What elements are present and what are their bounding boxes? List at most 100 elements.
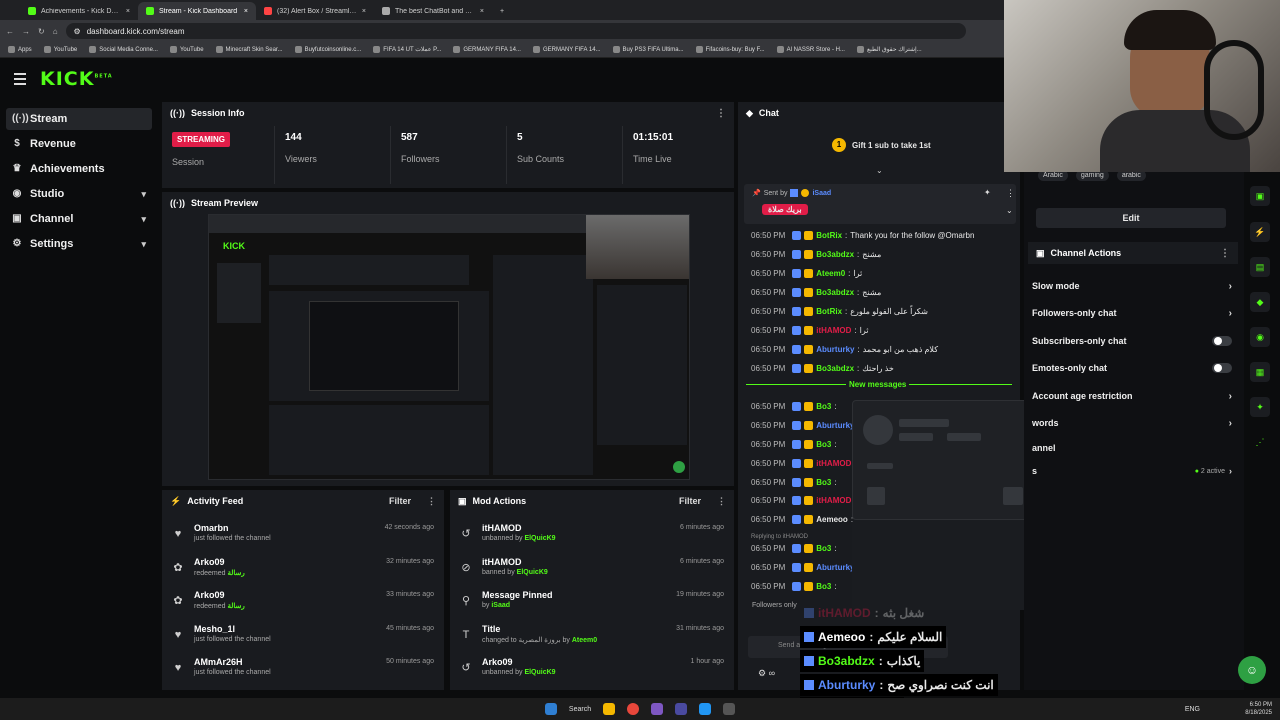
url-field[interactable]: ⚙ dashboard.kick.com/stream [65,23,966,39]
chat-username[interactable]: Bo3abdzx [816,364,854,373]
bookmark-item[interactable]: Fifacoins-buy: Buy F... [695,46,765,53]
mod-row[interactable]: ⚲ Message Pinned by iSaad 19 minutes ago [450,589,734,622]
chat-message[interactable]: 06:50 PM Bo3: [751,400,840,412]
channel-action-row[interactable]: Emotes-only chat [1032,358,1232,378]
activity-row[interactable]: ♥ AMmAr26H just followed the channel 50 min… [162,656,444,689]
gift-sub-banner[interactable]: 1 Gift 1 sub to take 1st [832,138,931,152]
sidebar-item-stream[interactable]: ((·)) Stream [6,108,152,130]
bookmark-item[interactable]: Buy PS3 FIFA Ultima... [612,46,684,53]
chat-message[interactable]: 06:50 PM Bo3: [751,438,840,450]
filter-button[interactable]: Filter [679,496,701,506]
bookmark-item[interactable]: Al NASSR Store - H... [776,46,845,53]
sidebar-item-revenue[interactable]: $ Revenue [6,133,152,155]
app-icon[interactable] [723,703,736,715]
forward-icon[interactable]: → [22,27,30,36]
chat-message[interactable]: 06:50 PM Bo3: [751,476,840,488]
filter-button[interactable]: Filter [389,496,411,506]
sidebar-item-achievements[interactable]: ♛ Achievements [6,158,152,180]
language-indicator[interactable]: ENG [1185,706,1200,713]
bolt-icon[interactable]: ⚡ [1250,222,1270,242]
chat-message[interactable]: 06:50 PM Bo3abdzx: مشنج [751,286,881,298]
chat-message[interactable]: 06:50 PMAburturky: [751,419,863,431]
chat-message[interactable]: 06:50 PM Bo3: [751,542,840,554]
chat-username[interactable]: Aburturky [816,563,854,572]
kick-logo[interactable]: KICKBETA [40,68,113,90]
clock[interactable]: 6:50 PM 8/18/2025 [1245,701,1272,717]
chat-message[interactable]: 06:50 PM Ateem0: ثرا [751,267,862,279]
chat-username[interactable]: Bo3 [816,582,831,591]
browser-tab[interactable]: Achievements - Kick Dashboard × [20,2,138,20]
chat-bubble-icon[interactable]: ◆ [1250,292,1270,312]
mod-row[interactable]: ↺ Arko09 unbanned by ElQuicK9 1 hour ago [450,656,734,689]
channel-action-row[interactable]: words › [1032,413,1232,433]
channel-action-row[interactable]: Subscribers-only chat [1032,331,1232,351]
mod-row[interactable]: T Title changed to بروزة المصرية by Ateem0… [450,623,734,656]
activity-row[interactable]: ♥ Omarbn just followed the channel 42 secon… [162,522,444,555]
pinned-message[interactable]: 📌 Sent by iSaad بريك صلاة ✦ ⋮ ⌄ [744,184,1016,224]
chat-message[interactable]: 06:50 PM BotRix: شكراً على الفولو ملورع [751,305,928,317]
more-icon[interactable]: ⋮ [427,496,436,507]
bookmark-item[interactable]: Social Media Conne... [89,46,158,53]
bookmark-item[interactable]: GERMANY FIFA 14... [453,46,521,53]
bookmark-item[interactable]: GERMANY FIFA 14... [532,46,601,53]
chat-username[interactable]: itHAMOD [816,496,851,505]
sidebar-item-studio[interactable]: ◉ Studio ▾ [6,183,152,205]
home-icon[interactable]: ⌂ [53,27,58,36]
chat-message[interactable]: 06:50 PM BotRix: Thank you for the follow … [751,229,974,241]
bookmark-item[interactable]: YouTube [43,46,77,53]
chat-username[interactable]: BotRix [816,307,842,316]
chat-message[interactable]: 06:50 PM Bo3abdzx: خذ راحتك [751,362,894,374]
more-icon[interactable]: ⋮ [716,108,726,119]
mod-row[interactable]: ⊘ itHAMOD banned by ElQuicK9 6 minutes ago [450,556,734,589]
chat-message[interactable]: 06:50 PM Aburturky: كلام ذهب من ابو محمد [751,343,938,355]
more-icon[interactable]: ⋮ [1220,248,1230,259]
chat-username[interactable]: Bo3 [816,440,831,449]
channel-action-row[interactable]: Slow mode › [1032,276,1232,296]
bookmark-item[interactable]: Apps [8,46,32,53]
chat-message[interactable]: 06:50 PM Bo3: [751,580,840,592]
stream-preview-video[interactable]: KICK [208,214,690,480]
chat-username[interactable]: Bo3abdzx [816,250,854,259]
more-icon[interactable]: ⋮ [717,496,726,507]
channel-action-row[interactable]: Account age restriction › [1032,386,1232,406]
bookmark-item[interactable]: YouTube [169,46,204,53]
close-icon[interactable]: × [126,8,130,15]
more-icon[interactable]: ⋮ [1006,188,1015,199]
chat-username[interactable]: BotRix [816,231,842,240]
chat-message[interactable]: 06:50 PMitHAMOD: [751,494,860,506]
chevron-down-icon[interactable]: ⌄ [876,166,883,175]
close-icon[interactable]: × [244,8,248,15]
activity-row[interactable]: ♥ Mesho_1l just followed the channel 45 min… [162,623,444,656]
channel-action-row[interactable]: s ● 2 active › [1032,461,1232,481]
chat-username[interactable]: Aburturky [816,421,854,430]
browser-tab[interactable]: (32) Alert Box / Streamlabs × [256,2,374,20]
chat-message[interactable]: 06:50 PM Bo3abdzx: مشنج [751,248,881,260]
share-icon[interactable]: ⋰ [1250,432,1270,452]
chat-username[interactable]: itHAMOD [816,459,851,468]
toggle-switch[interactable] [1212,363,1232,373]
back-icon[interactable]: ← [6,27,14,36]
app-icon[interactable] [651,703,664,715]
browser-tab-active[interactable]: Stream - Kick Dashboard × [138,2,256,20]
new-tab-button[interactable]: + [492,2,512,20]
clip-icon[interactable]: ▣ [1250,186,1270,206]
camera-icon[interactable]: ▦ [1250,362,1270,382]
settings-icon[interactable]: ⚙ ∞ [758,668,775,679]
mod-row[interactable]: ↺ itHAMOD unbanned by ElQuicK9 6 minutes ag… [450,522,734,555]
activity-row[interactable]: ✿ Arko09 redeemed رسالة 32 minutes ago [162,556,444,589]
channel-action-row[interactable]: annel [1032,438,1232,458]
chrome-icon[interactable] [627,703,640,715]
chat-username[interactable]: Aburturky [816,345,854,354]
chat-username[interactable]: Bo3 [816,402,831,411]
edit-button[interactable]: Edit [1036,208,1226,228]
menu-icon[interactable] [14,73,26,85]
windows-start-icon[interactable] [544,703,557,715]
channel-action-row[interactable]: Followers-only chat › [1032,303,1232,323]
chat-username[interactable]: itHAMOD [816,326,851,335]
chat-username[interactable]: Ateem0 [816,269,845,278]
sidebar-item-channel[interactable]: ▣ Channel ▾ [6,208,152,230]
bookmark-item[interactable]: FIFA 14 UT عملات P... [373,46,441,53]
chat-username[interactable]: Bo3 [816,544,831,553]
chat-username[interactable]: Aemeoo [816,515,848,524]
broadcast-icon[interactable]: ◉ [1250,327,1270,347]
